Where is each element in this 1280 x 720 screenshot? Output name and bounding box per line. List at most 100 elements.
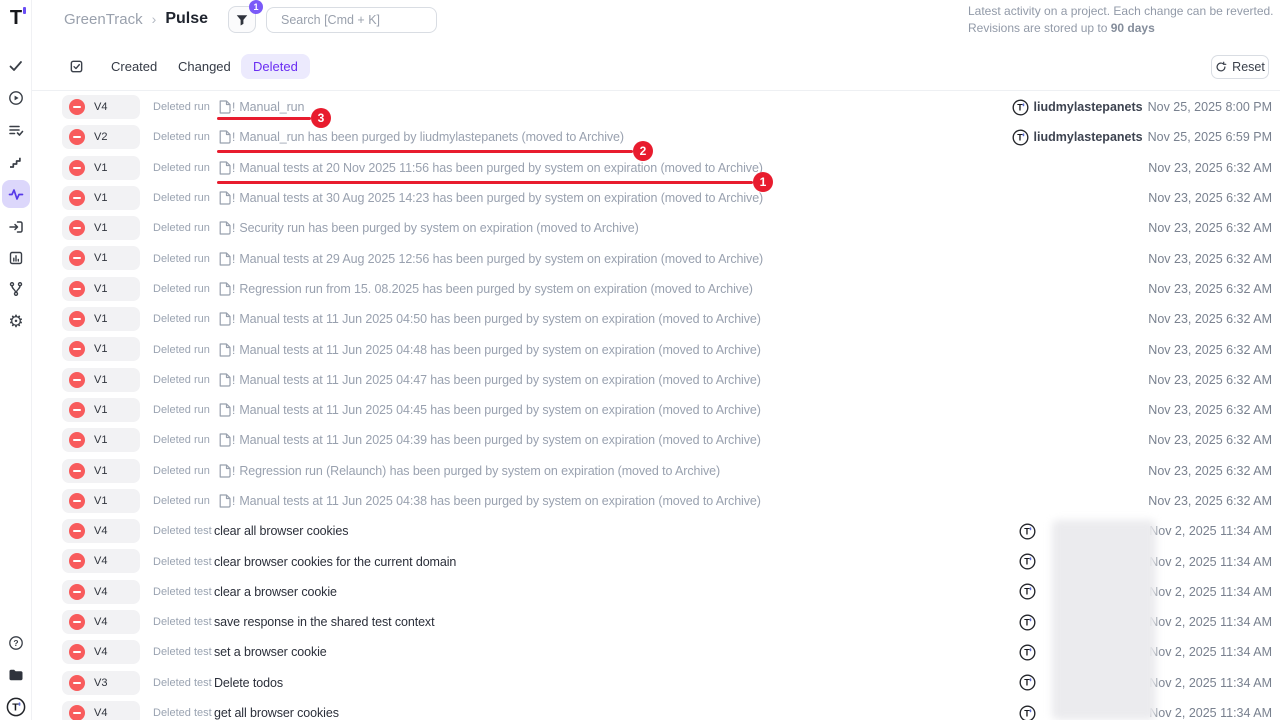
reset-label: Reset xyxy=(1232,60,1265,74)
list-item[interactable]: V1Deleted run!Regression run (Relaunch) … xyxy=(0,456,1280,486)
item-title: Manual tests at 20 Nov 2025 11:56 has be… xyxy=(239,161,763,175)
document-icon xyxy=(219,252,231,266)
deleted-minus-icon xyxy=(69,523,85,539)
item-title: Manual tests at 29 Aug 2025 12:56 has be… xyxy=(239,252,763,266)
action-label: Deleted run xyxy=(153,395,210,425)
sidebar-item-checkmark[interactable] xyxy=(0,52,32,80)
list-item[interactable]: V1Deleted run!Regression run from 15. 08… xyxy=(0,274,1280,304)
sidebar-item-reports[interactable] xyxy=(0,244,32,272)
item-title: Manual tests at 11 Jun 2025 04:39 has be… xyxy=(239,433,760,447)
action-label: Deleted test xyxy=(153,607,212,637)
breadcrumb-project[interactable]: GreenTrack xyxy=(64,11,143,28)
version-badge: V1 xyxy=(62,398,140,422)
row-meta: Nov 23, 2025 6:32 AM xyxy=(1148,213,1272,243)
document-icon xyxy=(219,312,231,326)
timestamp: Nov 23, 2025 6:32 AM xyxy=(1148,252,1272,266)
list-item[interactable]: V1Deleted run!Manual tests at 11 Jun 202… xyxy=(0,425,1280,455)
document-exclamation-icon: ! xyxy=(219,343,235,357)
list-item[interactable]: V1Deleted run!Manual tests at 29 Aug 202… xyxy=(0,243,1280,273)
version-label: V4 xyxy=(94,101,107,113)
select-all-button[interactable] xyxy=(69,59,84,79)
list-item[interactable]: V1Deleted run!Manual tests at 11 Jun 202… xyxy=(0,395,1280,425)
reset-button[interactable]: Reset xyxy=(1211,55,1269,79)
deleted-minus-icon xyxy=(69,220,85,236)
item-title: Manual tests at 11 Jun 2025 04:45 has be… xyxy=(239,403,760,417)
action-label: Deleted test xyxy=(153,637,212,667)
action-label: Deleted test xyxy=(153,698,212,720)
sidebar-item-play[interactable] xyxy=(0,84,32,112)
app-logo[interactable]: T xyxy=(0,4,32,32)
timestamp: Nov 23, 2025 6:32 AM xyxy=(1148,161,1272,175)
user-avatar-icon: T xyxy=(1019,523,1036,540)
search-input[interactable] xyxy=(281,13,442,27)
item-title: clear browser cookies for the current do… xyxy=(214,555,456,569)
tab-changed[interactable]: Changed xyxy=(166,54,243,79)
item-title: Delete todos xyxy=(214,676,283,690)
row-meta: Nov 23, 2025 6:32 AM xyxy=(1148,304,1272,334)
username[interactable]: liudmylastepanets xyxy=(1034,130,1143,144)
version-badge: V1 xyxy=(62,246,140,270)
timestamp: Nov 23, 2025 6:32 AM xyxy=(1148,191,1272,205)
document-exclamation-icon: ! xyxy=(219,373,235,387)
version-label: V2 xyxy=(94,131,107,143)
sidebar-item-help[interactable]: ? xyxy=(0,629,32,657)
row-meta: Nov 23, 2025 6:32 AM xyxy=(1148,153,1272,183)
timestamp: Nov 23, 2025 6:32 AM xyxy=(1148,373,1272,387)
deleted-minus-icon xyxy=(69,281,85,297)
timestamp: Nov 25, 2025 8:00 PM xyxy=(1148,100,1272,114)
tab-deleted[interactable]: Deleted xyxy=(241,54,310,79)
list-item[interactable]: V1Deleted run!Manual tests at 11 Jun 202… xyxy=(0,365,1280,395)
retention-days: 90 days xyxy=(1111,21,1155,35)
version-label: V1 xyxy=(94,313,107,325)
list-item[interactable]: V1Deleted run!Manual tests at 30 Aug 202… xyxy=(0,183,1280,213)
sidebar-item-runs[interactable] xyxy=(0,213,32,241)
version-badge: V1 xyxy=(62,186,140,210)
document-icon xyxy=(219,343,231,357)
action-label: Deleted run xyxy=(153,122,210,152)
sidebar-item-milestones[interactable] xyxy=(0,148,32,176)
pulse-icon xyxy=(8,186,24,202)
document-icon xyxy=(219,403,231,417)
row-meta: Nov 23, 2025 6:32 AM xyxy=(1148,334,1272,364)
timestamp: Nov 23, 2025 6:32 AM xyxy=(1148,221,1272,235)
sidebar-item-documents[interactable] xyxy=(0,661,32,689)
document-icon xyxy=(219,100,231,114)
profile-avatar-icon: T xyxy=(6,697,26,717)
list-item[interactable]: V1Deleted run!Manual tests at 11 Jun 202… xyxy=(0,334,1280,364)
sidebar-item-settings[interactable]: ⚙ xyxy=(0,308,32,336)
row-meta: Nov 23, 2025 6:32 AM xyxy=(1148,486,1272,516)
version-badge: V4 xyxy=(62,95,140,119)
search-box[interactable] xyxy=(266,7,437,33)
sidebar-item-profile[interactable]: T xyxy=(0,693,32,720)
version-label: V4 xyxy=(94,616,107,628)
item-title: Manual tests at 30 Aug 2025 14:23 has be… xyxy=(239,191,763,205)
deleted-minus-icon xyxy=(69,99,85,115)
username[interactable]: liudmylastepanets xyxy=(1034,100,1143,114)
deleted-minus-icon xyxy=(69,463,85,479)
document-exclamation-icon: ! xyxy=(219,221,235,235)
deleted-minus-icon xyxy=(69,190,85,206)
sidebar-item-branches[interactable] xyxy=(0,275,32,303)
version-badge: V1 xyxy=(62,368,140,392)
annotation-marker-2: 2 xyxy=(633,141,653,161)
svg-text:T: T xyxy=(1024,617,1030,627)
version-label: V4 xyxy=(94,646,107,658)
list-item[interactable]: V1Deleted run!Manual tests at 11 Jun 202… xyxy=(0,486,1280,516)
list-item[interactable]: V1Deleted run!Manual tests at 11 Jun 202… xyxy=(0,304,1280,334)
sidebar-item-pulse[interactable] xyxy=(0,180,32,208)
annotation-underline-3 xyxy=(217,117,311,120)
version-badge: V4 xyxy=(62,610,140,634)
list-item[interactable]: V1Deleted run!Security run has been purg… xyxy=(0,213,1280,243)
folder-icon xyxy=(8,667,24,683)
tab-created[interactable]: Created xyxy=(99,54,169,79)
deleted-minus-icon xyxy=(69,250,85,266)
row-meta: TliudmylastepanetsNov 25, 2025 8:00 PM xyxy=(1012,92,1272,122)
list-item[interactable]: V4Deleted run!Manual_runTliudmylastepane… xyxy=(0,92,1280,122)
sidebar-item-list-check[interactable] xyxy=(0,116,32,144)
action-label: Deleted test xyxy=(153,668,212,698)
deleted-minus-icon xyxy=(69,402,85,418)
row-meta: Nov 23, 2025 6:32 AM xyxy=(1148,456,1272,486)
action-label: Deleted test xyxy=(153,546,212,576)
svg-text:T: T xyxy=(1024,587,1030,597)
timestamp: Nov 23, 2025 6:32 AM xyxy=(1148,433,1272,447)
